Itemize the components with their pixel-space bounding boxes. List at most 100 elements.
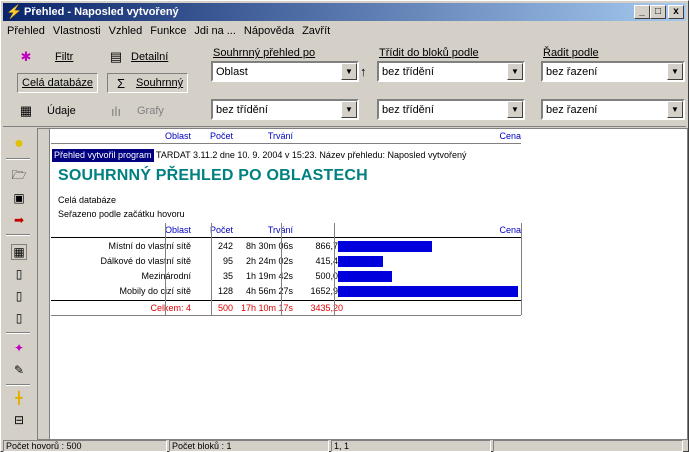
col-divider bbox=[165, 223, 166, 315]
cell-oblast: Místní do vlastní sítě bbox=[108, 241, 191, 251]
wand-icon[interactable]: ✦ bbox=[11, 340, 27, 356]
row-gutter bbox=[38, 129, 50, 439]
menu-prehled[interactable]: Přehled bbox=[3, 25, 49, 37]
table-header-oblast: Oblast bbox=[164, 225, 191, 235]
cell-pocet: 128 bbox=[217, 286, 233, 296]
menu-jdi-na[interactable]: Jdi na ... bbox=[190, 25, 240, 37]
minimize-button[interactable]: _ bbox=[634, 5, 650, 19]
sort-direction-icon[interactable]: ↑ bbox=[360, 64, 367, 79]
table-row: Mezinárodní 35 1h 19m 42s 500,01 bbox=[51, 269, 521, 283]
col-header-trvani: Trvání bbox=[267, 131, 293, 141]
separator bbox=[6, 234, 30, 236]
document-icon[interactable]: ▯ bbox=[11, 266, 27, 282]
udaje-button[interactable]: ▦ Údaje bbox=[17, 101, 76, 121]
order-value-2: bez řazení bbox=[546, 103, 598, 116]
grafy-label: Grafy bbox=[137, 105, 164, 117]
note-database: Celá databáze bbox=[58, 195, 117, 205]
toolbar: ✱ Filtr ▤ Detailní Celá databáze Σ Souhr… bbox=[3, 43, 686, 127]
open-folder-icon[interactable]: 🗁 bbox=[11, 168, 27, 184]
summary-by-select-2[interactable]: bez třídění ▼ bbox=[211, 99, 359, 120]
separator bbox=[6, 384, 30, 386]
page-icon-2[interactable]: ▯ bbox=[11, 310, 27, 326]
total-row: Celkem: 4 500 17h 10m 17s 3435,20 bbox=[51, 301, 521, 315]
menu-napoveda[interactable]: Nápověda bbox=[240, 25, 298, 37]
cena-bar bbox=[338, 256, 383, 267]
cell-oblast: Mobily do cizí sítě bbox=[119, 286, 191, 296]
chevron-down-icon: ▼ bbox=[341, 101, 357, 118]
data-icon: ▦ bbox=[19, 103, 33, 118]
detailni-button[interactable]: ▤ Detailní bbox=[107, 47, 168, 67]
divider bbox=[51, 315, 521, 316]
sort-blocks-label: Třídit do bloků podle bbox=[379, 47, 479, 59]
menu-vzhled[interactable]: Vzhled bbox=[105, 25, 147, 37]
sort-blocks-select-2[interactable]: bez třídění ▼ bbox=[377, 99, 525, 120]
cell-oblast: Dálkové do vlastní sítě bbox=[100, 256, 191, 266]
wrench-icon[interactable]: ✎ bbox=[11, 362, 27, 378]
chart-icon: ılı bbox=[110, 103, 122, 119]
col-header-oblast: Oblast bbox=[164, 131, 191, 141]
info-label: Přehled vytvořil program bbox=[52, 149, 154, 162]
window-controls: _ □ x bbox=[634, 5, 684, 19]
total-cena: 3435,20 bbox=[310, 303, 343, 313]
col-divider bbox=[334, 223, 335, 315]
souhrnny-button[interactable]: Σ Souhrnný bbox=[107, 73, 189, 93]
order-label: Řadit podle bbox=[543, 47, 599, 59]
sigma-icon: Σ bbox=[116, 75, 126, 91]
cell-pocet: 35 bbox=[222, 271, 233, 281]
cell-pocet: 242 bbox=[217, 241, 233, 251]
plug-icon[interactable]: ╋ bbox=[11, 390, 27, 406]
udaje-label: Údaje bbox=[47, 105, 76, 117]
summary-by-select[interactable]: Oblast ▼ bbox=[211, 61, 359, 82]
chevron-down-icon: ▼ bbox=[507, 101, 523, 118]
total-oblast: Celkem: 4 bbox=[150, 303, 191, 313]
cell-trvani: 4h 56m 27s bbox=[245, 286, 293, 296]
col-divider bbox=[281, 223, 282, 315]
col-header-pocet: Počet bbox=[209, 131, 233, 141]
menu-funkce[interactable]: Funkce bbox=[146, 25, 190, 37]
menu-zavrit[interactable]: Zavřít bbox=[298, 25, 334, 37]
page-icon[interactable]: ▯ bbox=[11, 288, 27, 304]
report-title: SOUHRNNÝ PŘEHLED PO OBLASTECH bbox=[58, 167, 368, 184]
status-position: 1, 1 bbox=[331, 440, 491, 452]
maximize-button[interactable]: □ bbox=[650, 5, 666, 19]
sort-blocks-select[interactable]: bez třídění ▼ bbox=[377, 61, 525, 82]
cell-trvani: 2h 24m 02s bbox=[245, 256, 293, 266]
table-row: Místní do vlastní sítě 242 8h 30m 06s 866,7… bbox=[51, 239, 521, 253]
left-toolbar: ● 🗁 ▣ ➡ ▦ ▯ ▯ ▯ ✦ ✎ ╋ ⊟ bbox=[3, 128, 33, 440]
grafy-button[interactable]: ılı Grafy bbox=[107, 101, 164, 121]
ruler-icon[interactable]: ⊟ bbox=[11, 412, 27, 428]
separator bbox=[6, 158, 30, 160]
chevron-down-icon: ▼ bbox=[667, 101, 683, 118]
cell-oblast: Mezinárodní bbox=[141, 271, 191, 281]
detail-icon: ▤ bbox=[109, 49, 123, 64]
chevron-down-icon: ▼ bbox=[667, 63, 683, 80]
table-header-pocet: Počet bbox=[209, 225, 233, 235]
circle-icon[interactable]: ● bbox=[11, 135, 27, 152]
status-empty bbox=[493, 440, 683, 452]
chevron-down-icon: ▼ bbox=[341, 63, 357, 80]
menu-vlastnosti[interactable]: Vlastnosti bbox=[49, 25, 105, 37]
col-divider bbox=[521, 223, 522, 315]
export-icon[interactable]: ➡ bbox=[11, 212, 27, 228]
close-button[interactable]: x bbox=[668, 5, 684, 19]
sort-blocks-value: bez třídění bbox=[382, 65, 434, 78]
table-icon[interactable]: ▦ bbox=[11, 244, 27, 260]
order-select[interactable]: bez řazení ▼ bbox=[541, 61, 685, 82]
divider bbox=[51, 143, 521, 144]
cell-trvani: 8h 30m 06s bbox=[245, 241, 293, 251]
filtr-button[interactable]: ✱ Filtr bbox=[17, 47, 74, 67]
cela-databaze-button[interactable]: Celá databáze bbox=[17, 73, 98, 93]
cell-pocet: 95 bbox=[222, 256, 233, 266]
col-divider bbox=[211, 223, 212, 315]
filtr-label: Filtr bbox=[55, 51, 74, 63]
cena-bar bbox=[338, 241, 432, 252]
note-sorted: Seřazeno podle začátku hovoru bbox=[58, 209, 185, 219]
report-area: Oblast Počet Trvání Cena Přehled vytvoři… bbox=[37, 128, 688, 440]
status-bar: Počet hovorů : 500 Počet bloků : 1 1, 1 bbox=[3, 440, 686, 452]
table-header-cena: Cena bbox=[499, 225, 521, 235]
cela-databaze-label: Celá databáze bbox=[22, 77, 93, 89]
order-select-2[interactable]: bez řazení ▼ bbox=[541, 99, 685, 120]
status-calls: Počet hovorů : 500 bbox=[3, 440, 167, 452]
souhrnny-label: Souhrnný bbox=[136, 77, 184, 89]
save-icon[interactable]: ▣ bbox=[11, 190, 27, 206]
